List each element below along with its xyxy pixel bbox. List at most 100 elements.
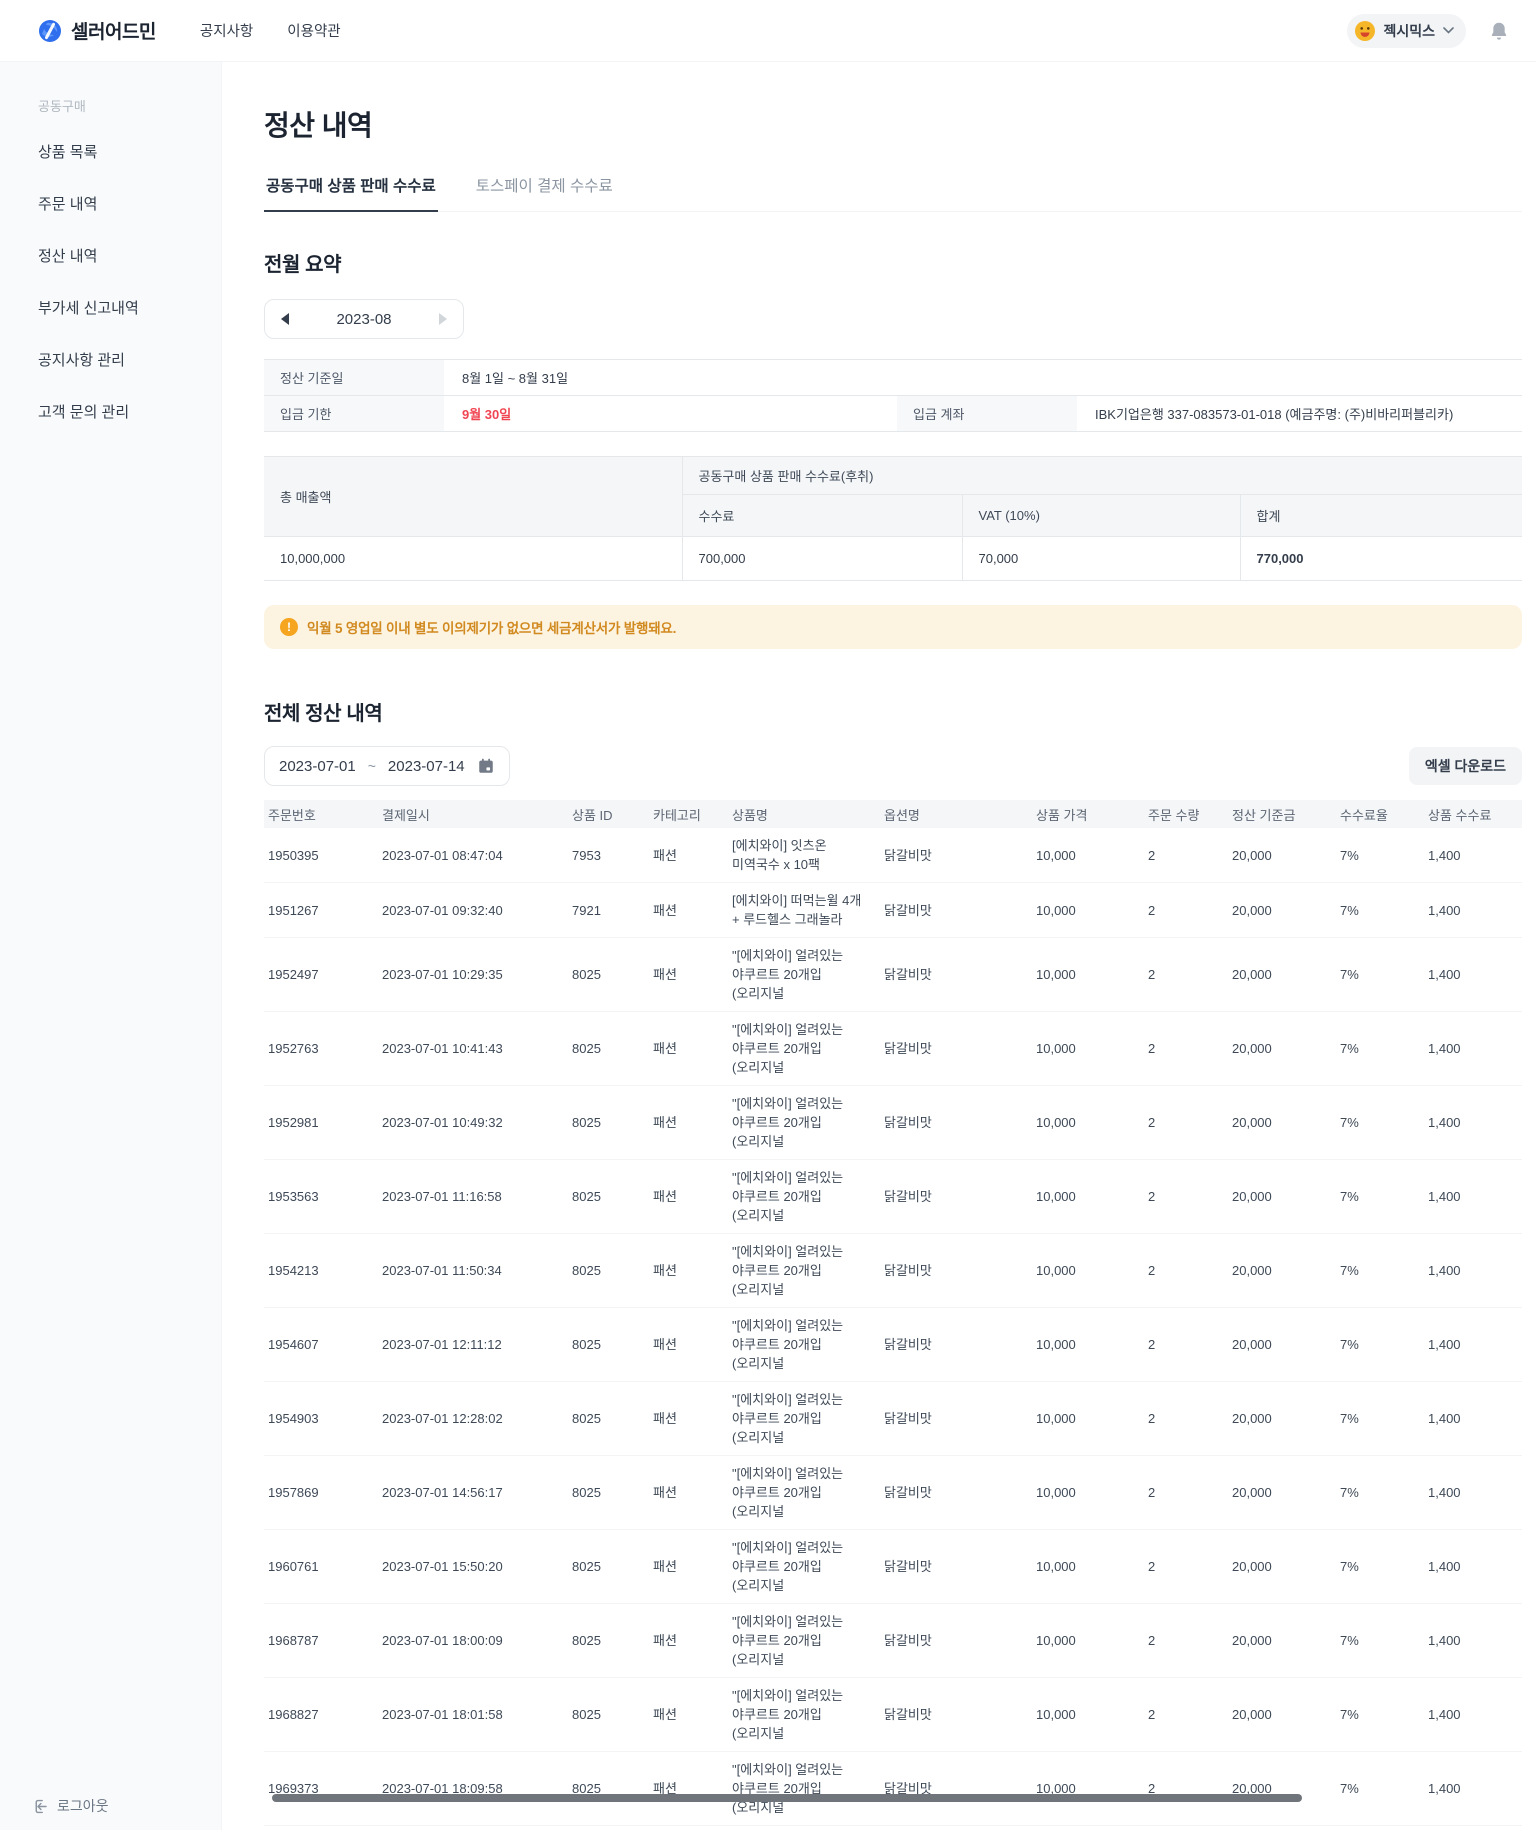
cell-order-no: 1968787 — [264, 1603, 374, 1678]
chevron-down-icon — [1443, 27, 1454, 34]
sum-value: 770,000 — [1239, 536, 1523, 581]
cell-qty: 2 — [1140, 1085, 1224, 1160]
date-range-tilde: ~ — [367, 758, 376, 774]
sidebar-item-vat-reports[interactable]: 부가세 신고내역 — [38, 297, 221, 318]
cell-product-name: "[에치와이] 얼려있는 야쿠르트 20개입 (오리지널 — [724, 1603, 876, 1678]
cell-category: 패션 — [645, 1455, 724, 1530]
cell-paid-at: 2023-07-01 10:41:43 — [374, 1011, 564, 1086]
cell-product-name: "[에치와이] 얼려있는 야쿠르트 20개입 (오리지널 — [724, 1159, 876, 1234]
sidebar-item-notice-management[interactable]: 공지사항 관리 — [38, 349, 221, 370]
table-row[interactable]: 1968827 2023-07-01 18:01:58 8025 패션 "[에치… — [264, 1677, 1522, 1752]
table-row[interactable]: 1960761 2023-07-01 15:50:20 8025 패션 "[에치… — [264, 1529, 1522, 1604]
cell-base: 20,000 — [1224, 1233, 1332, 1308]
table-row[interactable]: 1954213 2023-07-01 11:50:34 8025 패션 "[에치… — [264, 1233, 1522, 1308]
table-row[interactable]: 1953563 2023-07-01 11:16:58 8025 패션 "[에치… — [264, 1159, 1522, 1234]
table-row[interactable]: 1969373 2023-07-01 18:09:58 8025 패션 "[에치… — [264, 1751, 1522, 1826]
table-row[interactable]: 1952763 2023-07-01 10:41:43 8025 패션 "[에치… — [264, 1011, 1522, 1086]
fee-summary-table: 총 매출액 공동구매 상품 판매 수수료(후취) 수수료 VAT (10%) 합… — [264, 456, 1523, 581]
notification-bell-icon[interactable] — [1488, 20, 1510, 42]
cell-category: 패션 — [645, 1307, 724, 1382]
sidebar-item-orders[interactable]: 주문 내역 — [38, 193, 221, 214]
table-row[interactable]: 1950395 2023-07-01 08:47:04 7953 패션 [에치와… — [264, 828, 1522, 883]
next-month-button[interactable] — [439, 313, 447, 325]
table-row[interactable]: 1954903 2023-07-01 12:28:02 8025 패션 "[에치… — [264, 1381, 1522, 1456]
notice-text: 익월 5 영업일 이내 별도 이의제기가 없으면 세금계산서가 발행돼요. — [307, 621, 677, 636]
table-row[interactable]: 1957869 2023-07-01 14:56:17 8025 패션 "[에치… — [264, 1455, 1522, 1530]
deposit-account-label: 입금 계좌 — [897, 396, 1077, 431]
cell-price: 10,000 — [1028, 1603, 1140, 1678]
cell-fee: 1,400 — [1420, 1011, 1522, 1086]
cell-category: 패션 — [645, 1825, 724, 1830]
table-row[interactable]: 1951267 2023-07-01 09:32:40 7921 패션 [에치와… — [264, 882, 1522, 938]
table-row[interactable]: 1970281 2023-07-01 18:25:11 8025 패션 "[에치… — [264, 1825, 1522, 1830]
logout-button[interactable]: 로그아웃 — [32, 1796, 109, 1816]
nav-terms-link[interactable]: 이용약관 — [287, 20, 340, 41]
cell-paid-at: 2023-07-01 18:00:09 — [374, 1603, 564, 1678]
cell-paid-at: 2023-07-01 11:16:58 — [374, 1159, 564, 1234]
table-row[interactable]: 1968787 2023-07-01 18:00:09 8025 패션 "[에치… — [264, 1603, 1522, 1678]
prev-month-button[interactable] — [281, 313, 289, 325]
vat-header: VAT (10%) — [961, 494, 1241, 537]
cell-product-id: 8025 — [564, 937, 645, 1012]
sidebar-item-settlements[interactable]: 정산 내역 — [38, 245, 221, 266]
cell-base: 20,000 — [1224, 882, 1332, 938]
cell-fee: 1,400 — [1420, 1233, 1522, 1308]
cell-price: 10,000 — [1028, 1825, 1140, 1830]
nav-notices-link[interactable]: 공지사항 — [200, 20, 253, 41]
cell-product-id: 8025 — [564, 1307, 645, 1382]
table-row[interactable]: 1952497 2023-07-01 10:29:35 8025 패션 "[에치… — [264, 937, 1522, 1012]
cell-qty: 2 — [1140, 1381, 1224, 1456]
cell-paid-at: 2023-07-01 18:01:58 — [374, 1677, 564, 1752]
cell-paid-at: 2023-07-01 12:28:02 — [374, 1381, 564, 1456]
vat-value: 70,000 — [961, 536, 1241, 581]
sidebar-item-products[interactable]: 상품 목록 — [38, 141, 221, 162]
cell-qty: 2 — [1140, 1159, 1224, 1234]
cell-fee: 1,400 — [1420, 1603, 1522, 1678]
cell-order-no: 1954903 — [264, 1381, 374, 1456]
cell-option: 닭갈비맛 — [876, 1307, 1028, 1382]
cell-order-no: 1952981 — [264, 1085, 374, 1160]
excel-download-button[interactable]: 엑셀 다운로드 — [1408, 747, 1522, 785]
tab-tosspay-fee[interactable]: 토스페이 결제 수수료 — [474, 174, 615, 211]
cell-option: 닭갈비맛 — [876, 1825, 1028, 1830]
date-to-value[interactable]: 2023-07-14 — [388, 758, 465, 775]
table-row[interactable]: 1952981 2023-07-01 10:49:32 8025 패션 "[에치… — [264, 1085, 1522, 1160]
cell-product-id: 8025 — [564, 1455, 645, 1530]
horizontal-scrollbar-thumb[interactable] — [272, 1794, 1302, 1802]
cell-paid-at: 2023-07-01 10:29:35 — [374, 937, 564, 1012]
table-row[interactable]: 1954607 2023-07-01 12:11:12 8025 패션 "[에치… — [264, 1307, 1522, 1382]
col-base: 정산 기준금 — [1224, 800, 1332, 828]
cell-fee: 1,400 — [1420, 1159, 1522, 1234]
date-range-picker[interactable]: 2023-07-01 ~ 2023-07-14 — [264, 746, 510, 786]
cell-rate: 7% — [1332, 1233, 1420, 1308]
cell-base: 20,000 — [1224, 1381, 1332, 1456]
calendar-icon[interactable] — [477, 757, 495, 775]
cell-product-id: 8025 — [564, 1751, 645, 1826]
tab-group-purchase-fee[interactable]: 공동구매 상품 판매 수수료 — [264, 174, 438, 212]
col-fee: 상품 수수료 — [1420, 800, 1522, 828]
cell-qty: 2 — [1140, 1307, 1224, 1382]
cell-rate: 7% — [1332, 828, 1420, 883]
cell-category: 패션 — [645, 1085, 724, 1160]
cell-paid-at: 2023-07-01 14:56:17 — [374, 1455, 564, 1530]
cell-order-no: 1969373 — [264, 1751, 374, 1826]
date-from-value[interactable]: 2023-07-01 — [279, 758, 356, 775]
sidebar-item-customer-inquiries[interactable]: 고객 문의 관리 — [38, 401, 221, 422]
cell-product-name: "[에치와이] 얼려있는 야쿠르트 20개입 (오리지널 — [724, 1677, 876, 1752]
cell-rate: 7% — [1332, 1751, 1420, 1826]
cell-paid-at: 2023-07-01 12:11:12 — [374, 1307, 564, 1382]
col-category: 카테고리 — [645, 800, 724, 828]
user-avatar-emoji-icon — [1355, 20, 1376, 41]
cell-fee: 1,400 — [1420, 1085, 1522, 1160]
cell-fee: 1,400 — [1420, 1529, 1522, 1604]
brand-logo[interactable]: 셀러어드민 — [38, 17, 156, 44]
cell-rate: 7% — [1332, 1085, 1420, 1160]
cell-order-no: 1960761 — [264, 1529, 374, 1604]
col-order-no: 주문번호 — [264, 800, 374, 828]
fee-value: 700,000 — [681, 536, 963, 581]
cell-order-no: 1952763 — [264, 1011, 374, 1086]
cell-qty: 2 — [1140, 828, 1224, 883]
history-heading: 전체 정산 내역 — [264, 703, 383, 725]
cell-category: 패션 — [645, 1233, 724, 1308]
user-menu-button[interactable]: 젝시믹스 — [1347, 13, 1466, 48]
